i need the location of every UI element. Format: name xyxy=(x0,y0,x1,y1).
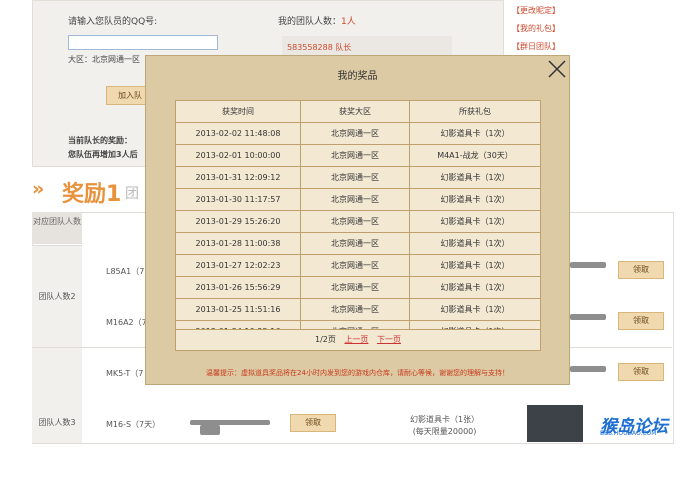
table-row: 2013-01-31 12:09:12 北京网通一区 幻影道具卡（1次） xyxy=(175,166,541,189)
rifle-image xyxy=(570,366,606,372)
cell-region: 北京网通一区 xyxy=(300,210,410,233)
cell-region: 北京网通一区 xyxy=(300,232,410,255)
watermark-url: BBS.HOUDAO.COM xyxy=(600,430,657,437)
cell-time: 2013-01-27 12:02:23 xyxy=(175,254,301,277)
pagination: 1/2页 上一页 下一页 xyxy=(175,329,541,351)
row-group-label: 团队人数3 xyxy=(32,347,82,443)
cell-region: 北京网通一区 xyxy=(300,254,410,277)
warm-tip: 温馨提示：虚拟道具奖品将在24小时内发到您的游戏内仓库，请耐心等候，谢谢您的理解… xyxy=(206,369,509,377)
reward-item: MK5-T（7 xyxy=(106,369,144,378)
next-page-link[interactable]: 下一页 xyxy=(377,335,401,344)
table-row: 2013-02-02 11:48:08 北京网通一区 幻影道具卡（1次） xyxy=(175,122,541,145)
gift-name: 幻影道具卡（1张） (每天限量20000) xyxy=(410,414,479,438)
table-row: 2013-01-29 15:26:20 北京网通一区 幻影道具卡（1次） xyxy=(175,210,541,233)
cell-gift: 幻影道具卡（1次） xyxy=(409,210,541,233)
gift-limit: (每天限量20000) xyxy=(412,427,477,436)
cell-region: 北京网通一区 xyxy=(300,276,410,299)
link-my-gifts[interactable]: 【我的礼包】 xyxy=(512,20,582,38)
cell-region: 北京网通一区 xyxy=(300,188,410,211)
team-count-value: 1人 xyxy=(341,17,356,27)
link-change-nick[interactable]: 【更改昵定】 xyxy=(512,2,582,20)
reward-item: M16A2（7 xyxy=(106,318,147,327)
cell-gift: 幻影道具卡（1次） xyxy=(409,232,541,255)
table-row: 2013-01-26 15:56:29 北京网通一区 幻影道具卡（1次） xyxy=(175,276,541,299)
col-gift-pack: 所获礼包 xyxy=(409,100,541,123)
table-header-team-size: 对应团队人数 xyxy=(32,212,82,244)
team-count-label: 我的团队人数： xyxy=(278,17,342,27)
cell-time: 2013-01-28 11:00:38 xyxy=(175,232,301,255)
qq-input[interactable] xyxy=(68,35,218,50)
link-group-team[interactable]: 【群日团队】 xyxy=(512,38,582,56)
col-award-region: 获奖大区 xyxy=(300,100,410,123)
qq-label: 请输入您队员的QQ号: xyxy=(68,17,158,27)
table-row: 2013-01-28 11:00:38 北京网通一区 幻影道具卡（1次） xyxy=(175,232,541,255)
cell-time: 2013-01-29 15:26:20 xyxy=(175,210,301,233)
page-indicator: 1/2页 xyxy=(315,335,336,344)
table-header-row: 获奖时间 获奖大区 所获礼包 xyxy=(175,100,541,123)
cell-time: 2013-02-02 11:48:08 xyxy=(175,122,301,145)
prize-table: 获奖时间 获奖大区 所获礼包 2013-02-02 11:48:08 北京网通一区… xyxy=(175,100,541,343)
section-subtitle: 团 xyxy=(125,186,139,202)
claim-button[interactable]: 领取 xyxy=(618,261,664,279)
claim-button[interactable]: 领取 xyxy=(618,363,664,381)
cell-region: 北京网通一区 xyxy=(300,144,410,167)
cell-time: 2013-01-26 15:56:29 xyxy=(175,276,301,299)
reward-info-line1: 当前队长的奖励： xyxy=(68,136,132,145)
claim-button[interactable]: 领取 xyxy=(290,414,336,432)
table-row: 2013-01-25 11:51:16 北京网通一区 幻影道具卡（1次） xyxy=(175,298,541,321)
col-award-time: 获奖时间 xyxy=(175,100,301,123)
team-count: 我的团队人数：1人 xyxy=(278,14,356,27)
rifle-image xyxy=(570,314,606,320)
cell-region: 北京网通一区 xyxy=(300,298,410,321)
section-arrows-icon: » xyxy=(32,178,44,200)
cell-region: 北京网通一区 xyxy=(300,166,410,189)
member-item: 583558288 队长 xyxy=(287,43,352,52)
area-label: 大区：北京网通一区 xyxy=(68,55,140,64)
close-icon[interactable] xyxy=(546,58,568,80)
reward-item: M16-S（7天） xyxy=(106,420,161,429)
cell-gift: 幻影道具卡（1次） xyxy=(409,166,541,189)
cell-time: 2013-02-01 10:00:00 xyxy=(175,144,301,167)
cell-region: 北京网通一区 xyxy=(300,122,410,145)
claim-button[interactable]: 领取 xyxy=(618,312,664,330)
cell-time: 2013-01-31 12:09:12 xyxy=(175,166,301,189)
reward-info: 当前队长的奖励： 您队伍再增加3人后 xyxy=(68,134,138,162)
cell-gift: 幻影道具卡（1次） xyxy=(409,276,541,299)
gift-thumbnail xyxy=(527,405,583,442)
gift-name-title: 幻影道具卡（1张） xyxy=(410,415,480,424)
table-row: 2013-01-30 11:17:57 北京网通一区 幻影道具卡（1次） xyxy=(175,188,541,211)
cell-time: 2013-01-25 11:51:16 xyxy=(175,298,301,321)
cell-gift: 幻影道具卡（1次） xyxy=(409,254,541,277)
cell-gift: 幻影道具卡（1次） xyxy=(409,188,541,211)
table-row: 2013-01-27 12:02:23 北京网通一区 幻影道具卡（1次） xyxy=(175,254,541,277)
cell-gift: M4A1-战龙（30天） xyxy=(409,144,541,167)
reward-item: L85A1（7 xyxy=(106,267,145,276)
dialog-title: 我的奖品 xyxy=(337,71,378,82)
cell-gift: 幻影道具卡（1次） xyxy=(409,298,541,321)
rifle-image-stock xyxy=(200,425,220,435)
cell-time: 2013-01-30 11:17:57 xyxy=(175,188,301,211)
reward-info-line2: 您队伍再增加3人后 xyxy=(68,150,138,159)
rifle-image xyxy=(570,262,606,268)
row-group-label: 团队人数2 xyxy=(32,245,82,348)
right-links: 【更改昵定】 【我的礼包】 【群日团队】 xyxy=(512,2,582,56)
table-row: 2013-02-01 10:00:00 北京网通一区 M4A1-战龙（30天） xyxy=(175,144,541,167)
prev-page-link[interactable]: 上一页 xyxy=(344,335,368,344)
section-title: 奖励1 xyxy=(62,182,122,207)
cell-gift: 幻影道具卡（1次） xyxy=(409,122,541,145)
